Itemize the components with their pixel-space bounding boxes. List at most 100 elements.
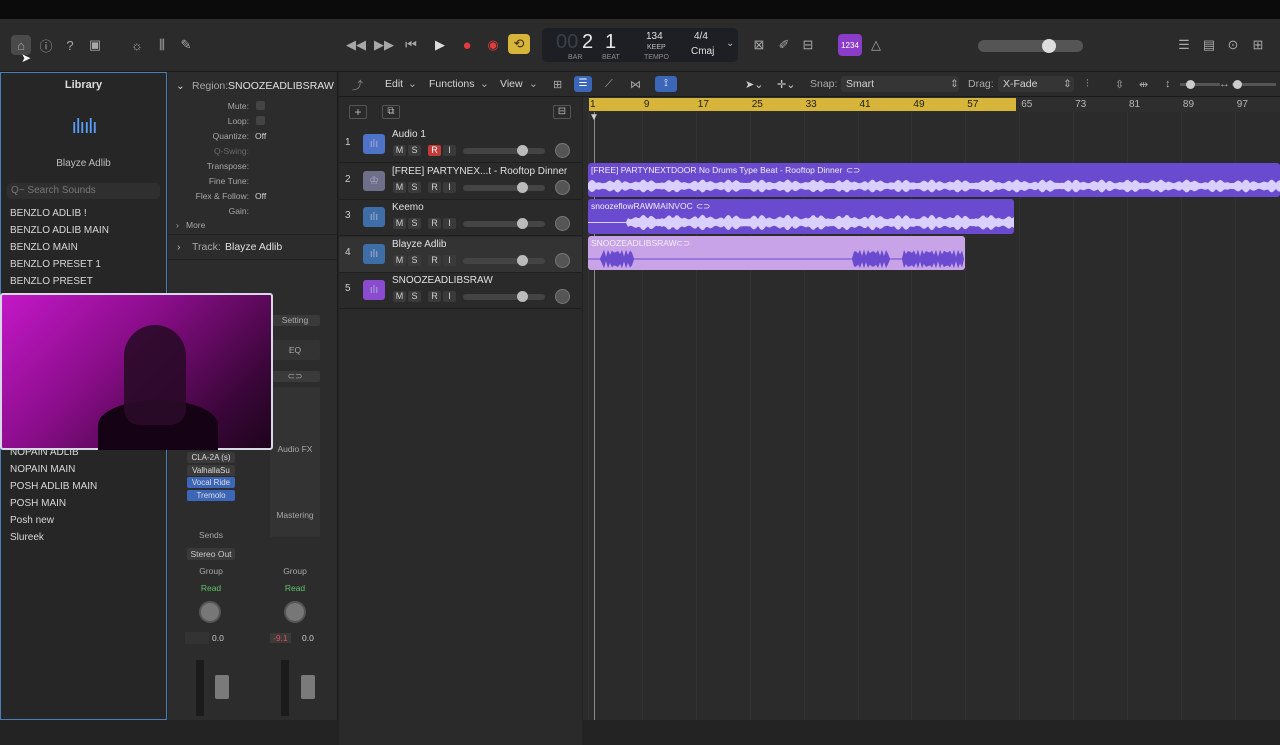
- record-enable-button[interactable]: R: [428, 181, 441, 193]
- track-volume-knob[interactable]: [517, 218, 528, 229]
- record-enable-button[interactable]: R: [428, 291, 441, 302]
- replace-icon[interactable]: ◉: [483, 35, 503, 55]
- quick-help-icon[interactable]: ?: [60, 35, 80, 55]
- tools-icon[interactable]: ✐: [774, 35, 794, 55]
- pan-knob[interactable]: [284, 601, 306, 623]
- pointer-tool-icon[interactable]: ➤⌄: [745, 78, 763, 91]
- library-item[interactable]: Slureek: [10, 532, 44, 543]
- fit-horizontal-icon[interactable]: ⇹: [1139, 78, 1148, 91]
- track-volume-slider[interactable]: [463, 184, 545, 191]
- volume-fader-cap[interactable]: [301, 675, 315, 699]
- pan-knob[interactable]: [199, 601, 221, 623]
- count-in-button[interactable]: 1234: [838, 34, 862, 56]
- mixer-icon[interactable]: ⫼: [152, 35, 172, 55]
- input-monitor-button[interactable]: I: [443, 254, 456, 266]
- list-view-icon[interactable]: ☰: [574, 76, 592, 92]
- track-volume-slider[interactable]: [463, 294, 545, 300]
- solo-button[interactable]: S: [408, 254, 421, 266]
- track-volume-slider[interactable]: [463, 257, 545, 264]
- lcd-display[interactable]: 00 2 1 BAR BEAT 134 KEEP TEMPO 4/4 Cmaj …: [542, 28, 738, 62]
- input-monitor-button[interactable]: I: [443, 145, 456, 156]
- track-volume-knob[interactable]: [517, 254, 528, 266]
- automation-read-button[interactable]: Read: [187, 583, 235, 593]
- mute-button[interactable]: M: [393, 254, 406, 266]
- input-monitor-button[interactable]: I: [443, 181, 456, 193]
- mute-checkbox[interactable]: [256, 101, 265, 110]
- plugin-slot[interactable]: Vocal Ride: [187, 477, 235, 488]
- score-icon[interactable]: ⊟: [798, 35, 818, 55]
- back-arrow-icon[interactable]: ⤴: [352, 77, 363, 93]
- loop-checkbox[interactable]: [256, 116, 265, 125]
- track-header[interactable]: 4 ılı Blayze Adlib M S R I: [339, 236, 582, 273]
- inspector-icon[interactable]: ⓘ: [36, 35, 56, 55]
- flex-icon[interactable]: ⋈: [630, 78, 641, 91]
- plugin-slot[interactable]: ValhallaSu: [187, 465, 235, 476]
- automation-read-button[interactable]: Read: [270, 583, 320, 593]
- crosshair-tool-icon[interactable]: ✛⌄: [777, 78, 795, 91]
- add-track-icon[interactable]: +: [349, 105, 367, 119]
- track-volume-knob[interactable]: [517, 145, 528, 156]
- library-item[interactable]: POSH ADLIB MAIN: [10, 481, 97, 492]
- library-item[interactable]: NOPAIN MAIN: [10, 464, 75, 475]
- go-to-beginning-icon[interactable]: ⏮: [401, 35, 421, 55]
- plugin-slot[interactable]: Tremolo: [187, 490, 235, 501]
- mute-button[interactable]: M: [393, 145, 406, 156]
- play-icon[interactable]: ▶: [430, 35, 450, 55]
- audio-region-beat[interactable]: [FREE] PARTYNEXTDOOR No Drums Type Beat …: [588, 163, 1280, 197]
- horizontal-zoom-icon[interactable]: ↔: [1219, 78, 1230, 90]
- track-pan-knob[interactable]: [555, 143, 570, 158]
- lcd-chevron-down-icon[interactable]: ⌄: [726, 38, 734, 49]
- notepad-icon[interactable]: ▤: [1199, 35, 1219, 55]
- library-item[interactable]: BENZLO PRESET: [10, 276, 93, 287]
- flex-follow-value[interactable]: Off: [255, 191, 266, 201]
- solo-button[interactable]: S: [408, 218, 421, 229]
- record-enable-button[interactable]: R: [428, 218, 441, 229]
- automation-icon[interactable]: ⟋: [605, 78, 613, 91]
- duplicate-track-icon[interactable]: ⧉: [382, 105, 400, 119]
- track-header[interactable]: 2 ♔ [FREE] PARTYNEX...t - Rooftop Dinner…: [339, 163, 582, 200]
- library-item[interactable]: BENZLO ADLIB !: [10, 208, 87, 219]
- link-icon[interactable]: ⊂⊃: [270, 371, 320, 382]
- region-disclosure-icon[interactable]: ⌄: [176, 80, 185, 92]
- record-enable-button[interactable]: R: [428, 145, 441, 156]
- volume-fader-cap[interactable]: [215, 675, 229, 699]
- smart-controls-icon[interactable]: ☼: [127, 35, 147, 55]
- track-pan-knob[interactable]: [555, 216, 570, 231]
- track-pan-knob[interactable]: [555, 252, 570, 268]
- library-item[interactable]: Posh new: [10, 515, 54, 526]
- input-monitor-button[interactable]: I: [443, 218, 456, 229]
- mute-button[interactable]: M: [393, 218, 406, 229]
- functions-menu[interactable]: Functions: [429, 78, 475, 90]
- metronome-icon[interactable]: △: [866, 35, 886, 55]
- track-header[interactable]: 5 ılı SNOOZEADLIBSRAW M S R I: [339, 273, 582, 309]
- track-volume-slider[interactable]: [463, 148, 545, 154]
- library-item[interactable]: POSH MAIN: [10, 498, 66, 509]
- editors-icon[interactable]: ✎: [176, 35, 196, 55]
- loop-browser-icon[interactable]: ⊙: [1223, 35, 1243, 55]
- solo-button[interactable]: S: [408, 145, 421, 156]
- cycle-region[interactable]: [589, 98, 1016, 111]
- more-disclosure-icon[interactable]: ›: [176, 220, 179, 230]
- view-menu[interactable]: View: [500, 78, 523, 90]
- waveform-zoom-icon[interactable]: ⫶: [1086, 78, 1089, 91]
- eq-button[interactable]: EQ: [270, 340, 320, 360]
- solo-button[interactable]: S: [408, 181, 421, 193]
- track-pan-knob[interactable]: [555, 289, 570, 304]
- output-button[interactable]: Stereo Out: [187, 548, 235, 560]
- library-item[interactable]: BENZLO ADLIB MAIN: [10, 225, 109, 236]
- catch-icon[interactable]: ⟟: [655, 76, 677, 92]
- track-pan-knob[interactable]: [555, 179, 570, 195]
- audio-region-adlibs[interactable]: SNOOZEADLIBSRAW ⊂⊃: [588, 236, 965, 270]
- grid-view-icon[interactable]: ⊞: [553, 78, 562, 91]
- track-disclosure-icon[interactable]: ›: [177, 241, 181, 253]
- group-button[interactable]: Group: [270, 566, 320, 576]
- toolbar-toggle-icon[interactable]: ▣: [85, 35, 105, 55]
- mute-button[interactable]: M: [393, 181, 406, 193]
- library-search-input[interactable]: Q~ Search Sounds: [7, 183, 160, 199]
- library-item[interactable]: BENZLO PRESET 1: [10, 259, 101, 270]
- edit-menu[interactable]: Edit: [385, 78, 403, 90]
- audio-region-mainvoc[interactable]: snoozeflowRAWMAINVOC ⊂⊃: [588, 199, 1014, 234]
- input-monitor-button[interactable]: I: [443, 291, 456, 302]
- group-button[interactable]: Group: [187, 566, 235, 576]
- horizontal-zoom-knob[interactable]: [1233, 80, 1242, 89]
